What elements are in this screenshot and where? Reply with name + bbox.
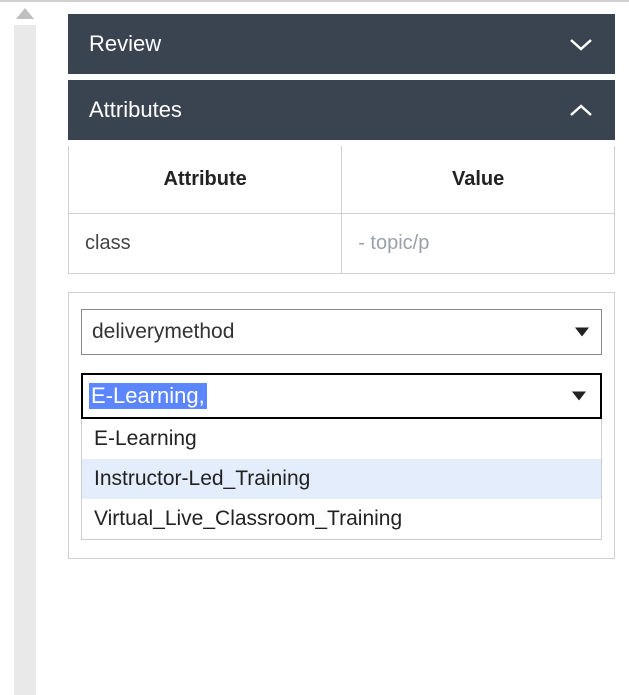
caret-down-icon [575, 328, 589, 337]
caret-down-icon [572, 392, 586, 401]
review-section-title: Review [89, 31, 161, 57]
attributes-table: Attribute Value class - topic/p [69, 146, 614, 273]
attr-value-cell: - topic/p [342, 214, 614, 274]
column-header-value: Value [342, 146, 614, 214]
dropdown-option[interactable]: Virtual_Live_Classroom_Training [82, 499, 601, 539]
column-header-attribute: Attribute [69, 146, 342, 214]
scrollbar-gutter [0, 2, 50, 695]
attr-name-cell: class [69, 214, 342, 274]
chevron-down-icon [568, 36, 594, 52]
table-row[interactable]: class - topic/p [69, 214, 614, 274]
attribute-value-input[interactable]: E-Learning, [89, 383, 207, 409]
attribute-editor: deliverymethod E-Learning, E-Learning In… [68, 292, 615, 559]
attribute-value-dropdown: E-Learning Instructor-Led_Training Virtu… [81, 419, 602, 540]
scroll-up-icon[interactable] [16, 8, 34, 19]
attribute-value-combobox[interactable]: E-Learning, [81, 373, 602, 419]
attributes-section-header[interactable]: Attributes [68, 80, 615, 140]
dropdown-option[interactable]: E-Learning [82, 419, 601, 459]
dropdown-option[interactable]: Instructor-Led_Training [82, 459, 601, 499]
attributes-section-title: Attributes [89, 97, 182, 123]
attributes-section-body: Attribute Value class - topic/p [68, 146, 615, 274]
attribute-name-select-value: deliverymethod [92, 320, 234, 343]
review-section-header[interactable]: Review [68, 14, 615, 74]
scroll-track[interactable] [14, 25, 36, 695]
properties-panel: Review Attributes Attribute Value [50, 2, 629, 695]
chevron-up-icon [568, 102, 594, 118]
attribute-name-select[interactable]: deliverymethod [81, 309, 602, 355]
